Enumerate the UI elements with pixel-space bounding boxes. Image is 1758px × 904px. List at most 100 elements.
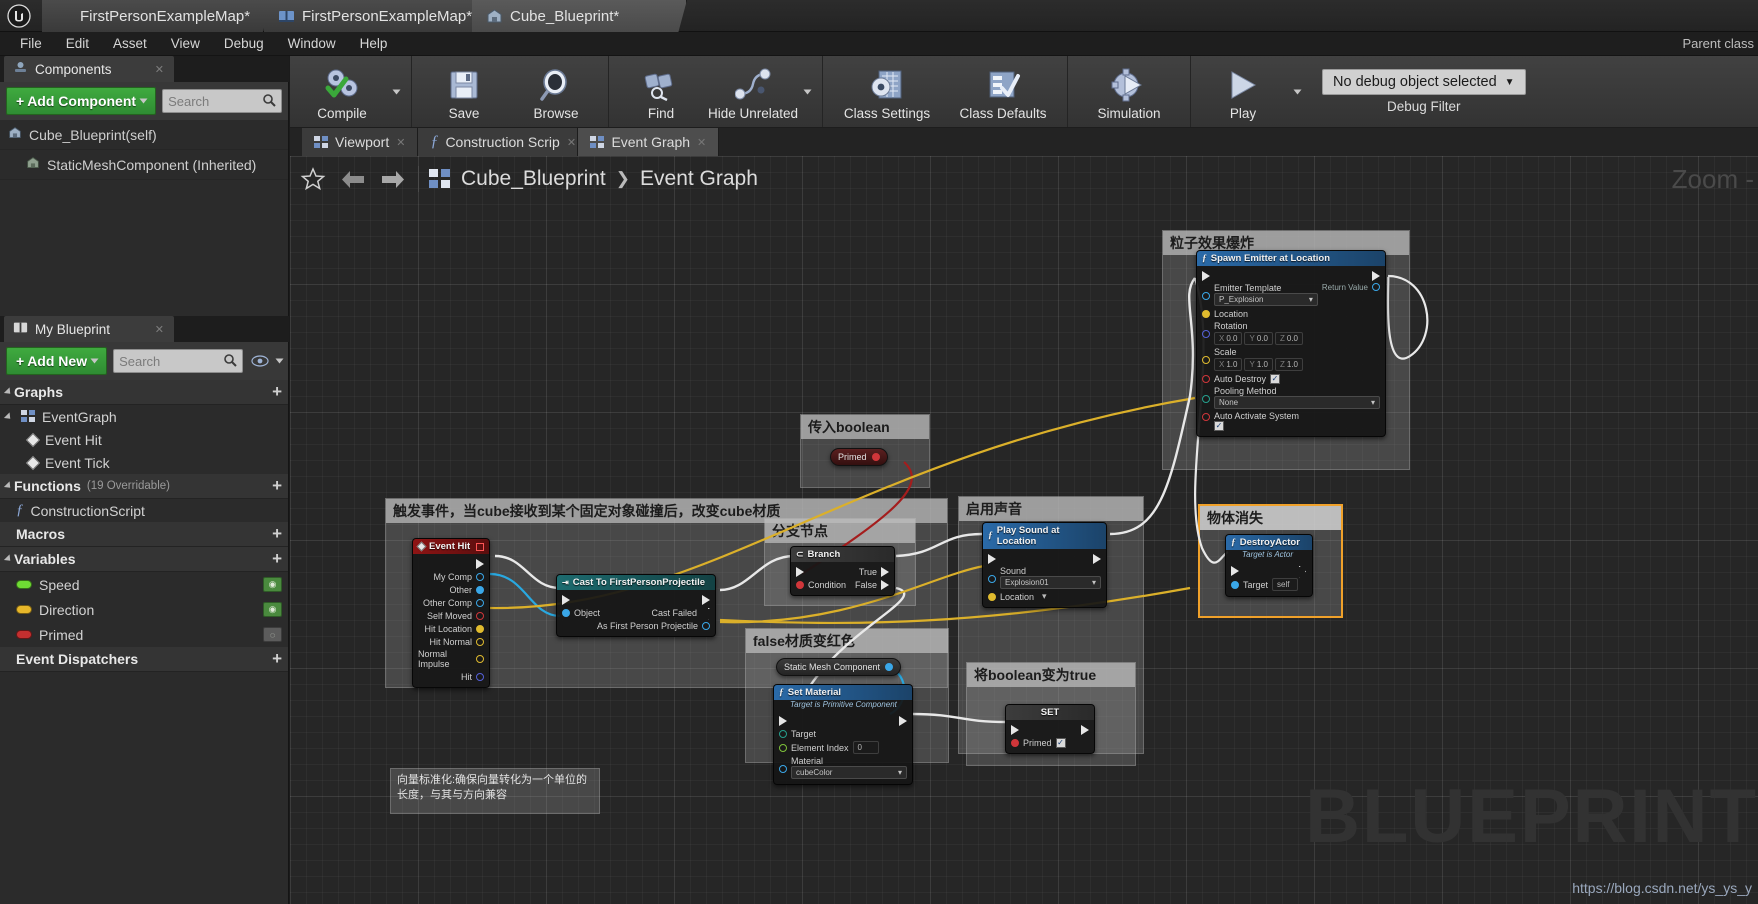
menu-view[interactable]: View bbox=[159, 33, 212, 54]
pin-row-material[interactable]: Material cubeColor ▾ bbox=[774, 755, 912, 780]
variable-visibility-toggle[interactable]: ◉ bbox=[263, 577, 282, 592]
menu-asset[interactable]: Asset bbox=[101, 33, 159, 54]
function-item-constructionscript[interactable]: ƒ ConstructionScript bbox=[0, 499, 288, 522]
tab-event-graph[interactable]: Event Graph ✕ bbox=[578, 128, 720, 156]
pin-row-object[interactable]: Object Cast Failed bbox=[557, 606, 715, 619]
close-icon[interactable]: ✕ bbox=[396, 136, 405, 149]
debug-object-dropdown[interactable]: No debug object selected ▼ bbox=[1322, 69, 1526, 95]
object-pin[interactable] bbox=[885, 663, 894, 671]
variable-item-direction[interactable]: Direction ◉ bbox=[0, 597, 288, 622]
close-icon[interactable]: ✕ bbox=[697, 136, 706, 149]
compile-button[interactable]: Compile bbox=[296, 56, 388, 127]
node-play-sound-at-location[interactable]: ƒ Play Sound at Location Sound Explosion… bbox=[982, 522, 1107, 608]
vector-pin[interactable] bbox=[1202, 356, 1210, 364]
vector-pin[interactable] bbox=[988, 592, 996, 601]
pin-row-rotation[interactable]: Rotation X 0.0 Y 0.0 Z 0.0 bbox=[1197, 320, 1385, 346]
pin-row-exec[interactable] bbox=[983, 552, 1106, 565]
bool-pin[interactable] bbox=[796, 580, 804, 589]
add-new-button[interactable]: + Add New bbox=[6, 347, 108, 375]
object-pin[interactable] bbox=[476, 572, 484, 581]
exec-out-pin[interactable] bbox=[899, 715, 907, 726]
expander-icon[interactable] bbox=[3, 481, 14, 491]
component-row-staticmesh[interactable]: StaticMeshComponent (Inherited) bbox=[0, 150, 288, 180]
pin-row-pooling-method[interactable]: Pooling Method None ▾ bbox=[1197, 385, 1385, 410]
breadcrumb-leaf[interactable]: Event Graph bbox=[640, 167, 758, 191]
exec-in-pin[interactable] bbox=[562, 594, 570, 605]
exec-true-pin[interactable] bbox=[881, 566, 889, 577]
close-icon[interactable]: ✕ bbox=[155, 323, 164, 336]
section-macros[interactable]: Macros + bbox=[0, 522, 288, 547]
components-search-input[interactable]: Search bbox=[162, 89, 282, 113]
expander-icon[interactable] bbox=[3, 387, 14, 397]
forward-arrow-icon[interactable] bbox=[378, 164, 408, 194]
chevron-down-icon[interactable] bbox=[275, 358, 284, 364]
bool-pin[interactable] bbox=[1202, 413, 1210, 421]
pin-row-scale[interactable]: Scale X 1.0 Y 1.0 Z 1.0 bbox=[1197, 346, 1385, 372]
object-pin[interactable] bbox=[779, 765, 787, 773]
breadcrumb-root[interactable]: Cube_Blueprint bbox=[461, 167, 606, 191]
pooling-method-dropdown[interactable]: None ▾ bbox=[1214, 396, 1380, 409]
pin-row-true[interactable]: True bbox=[791, 565, 894, 578]
expander-icon[interactable] bbox=[3, 411, 14, 422]
rotation-x-field[interactable]: X 0.0 bbox=[1214, 332, 1243, 345]
vector-pin[interactable] bbox=[476, 655, 484, 663]
comment-box-normalize[interactable]: 向量标准化:确保向量转化为一个单位的长度，与其与方向兼容 bbox=[390, 768, 600, 814]
tab-viewport[interactable]: Viewport ✕ bbox=[302, 128, 419, 156]
exec-pin[interactable] bbox=[476, 558, 484, 569]
exec-out-pin[interactable] bbox=[702, 594, 710, 605]
scale-x-field[interactable]: X 1.0 bbox=[1214, 358, 1243, 371]
pin-row-condition-false[interactable]: Condition False bbox=[791, 578, 894, 591]
find-button[interactable]: Find bbox=[615, 56, 707, 127]
int-pin[interactable] bbox=[779, 743, 787, 752]
object-pin[interactable] bbox=[988, 575, 996, 583]
vector-pin[interactable] bbox=[476, 637, 484, 646]
enum-pin[interactable] bbox=[1202, 395, 1210, 403]
exec-in-pin[interactable] bbox=[1011, 724, 1019, 735]
play-options-caret[interactable] bbox=[1289, 56, 1306, 127]
pin-row-location[interactable]: Location ▾ bbox=[983, 590, 1106, 603]
exec-in-pin[interactable] bbox=[779, 715, 787, 726]
return-value-pin[interactable] bbox=[1372, 283, 1380, 291]
pin-row-other[interactable]: Other bbox=[413, 583, 489, 596]
exec-in-pin[interactable] bbox=[1202, 270, 1210, 281]
pin-row-emitter-template[interactable]: Emitter Template P_Explosion ▾ Return Val… bbox=[1197, 282, 1385, 307]
browse-button[interactable]: Browse bbox=[510, 56, 602, 127]
pin-row-hit[interactable]: Hit bbox=[413, 670, 489, 683]
section-functions[interactable]: Functions (19 Overridable) + bbox=[0, 474, 288, 499]
exec-out-pin[interactable] bbox=[1299, 566, 1307, 576]
pin-row-auto-destroy[interactable]: Auto Destroy ✓ bbox=[1197, 372, 1385, 385]
node-destroy-actor[interactable]: ƒ DestroyActor Target is Actor Target se… bbox=[1225, 534, 1313, 597]
rotation-y-field[interactable]: Y 0.0 bbox=[1244, 332, 1273, 345]
tab-construction-script[interactable]: ƒ Construction Scrip ✕ bbox=[418, 128, 579, 156]
pin-row-element-index[interactable]: Element Index 0 bbox=[774, 740, 912, 755]
add-dispatcher-button[interactable]: + bbox=[272, 649, 282, 669]
bool-pin[interactable] bbox=[476, 611, 484, 620]
target-value-field[interactable]: self bbox=[1272, 578, 1299, 591]
graph-item-eventgraph[interactable]: EventGraph bbox=[0, 405, 288, 428]
bool-pin[interactable] bbox=[1202, 374, 1210, 383]
material-dropdown[interactable]: cubeColor ▾ bbox=[791, 766, 907, 779]
node-branch[interactable]: ⊂ Branch True Condition False bbox=[790, 546, 895, 596]
node-set-primed[interactable]: SET Primed ✓ bbox=[1005, 704, 1095, 754]
struct-pin[interactable] bbox=[476, 672, 484, 681]
pin-row-exec-out[interactable] bbox=[413, 557, 489, 570]
scale-z-field[interactable]: Z 1.0 bbox=[1274, 358, 1303, 371]
graph-item-event-tick[interactable]: Event Tick bbox=[0, 451, 288, 474]
object-pin[interactable] bbox=[476, 598, 484, 607]
pin-row-my-comp[interactable]: My Comp bbox=[413, 570, 489, 583]
tab-components[interactable]: Components ✕ bbox=[4, 56, 174, 82]
component-row-self[interactable]: Cube_Blueprint(self) bbox=[0, 120, 288, 150]
simulation-button[interactable]: Simulation bbox=[1074, 56, 1184, 127]
element-index-field[interactable]: 0 bbox=[852, 741, 879, 754]
class-defaults-button[interactable]: Class Defaults bbox=[945, 56, 1061, 127]
variable-item-primed[interactable]: Primed ◌ bbox=[0, 622, 288, 647]
section-variables[interactable]: Variables + bbox=[0, 547, 288, 572]
object-pin[interactable] bbox=[1231, 580, 1239, 589]
expander-icon[interactable] bbox=[3, 554, 14, 564]
pin-row-location[interactable]: Location bbox=[1197, 307, 1385, 320]
window-tab-0[interactable]: FirstPersonExampleMap* bbox=[42, 0, 272, 32]
rotator-pin[interactable] bbox=[1202, 330, 1210, 338]
node-spawn-emitter-at-location[interactable]: ƒ Spawn Emitter at Location Emitter Temp… bbox=[1196, 250, 1386, 437]
exec-false-pin[interactable] bbox=[881, 579, 889, 590]
add-component-button[interactable]: + Add Component bbox=[6, 87, 157, 115]
